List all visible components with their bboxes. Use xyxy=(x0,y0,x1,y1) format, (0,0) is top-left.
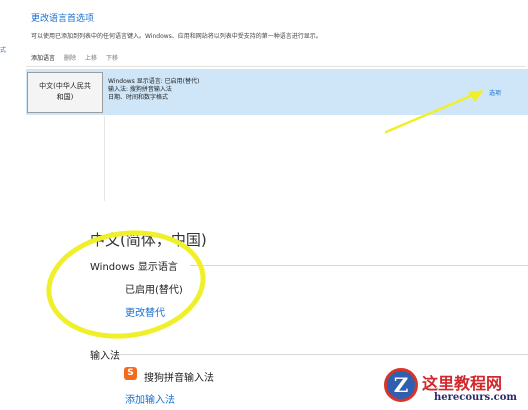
site-watermark: Z 这里教程网 herecours.com xyxy=(384,368,528,410)
watermark-url: herecours.com xyxy=(434,392,518,403)
annotation-arrow xyxy=(384,90,484,134)
sogou-ime-item[interactable]: 搜狗拼音输入法 xyxy=(144,369,214,384)
watermark-title: 这里教程网 xyxy=(422,374,503,393)
language-tile-line1: 中文(中华人民共 xyxy=(39,82,91,90)
language-toolbar: 添加语言 删除 上移 下移 xyxy=(31,53,118,62)
page-title: 更改语言首选项 xyxy=(31,14,95,24)
toolbar-divider xyxy=(26,66,526,67)
language-tile[interactable]: 中文(中华人民共 和国) xyxy=(27,72,103,113)
input-method-status: 输入法: 搜狗拼音输入法 xyxy=(108,86,172,93)
watermark-logo-icon: Z xyxy=(384,368,418,402)
format-status: 日期、时间和数字格式 xyxy=(108,94,169,101)
add-input-method-link[interactable]: 添加输入法 xyxy=(125,391,175,406)
language-tile-line2: 和国) xyxy=(56,93,74,101)
language-info: Windows 显示语言: 已启用(替代) 输入法: 搜狗拼音输入法 日期、时间… xyxy=(108,78,199,102)
left-edge-text: 式 xyxy=(0,47,7,54)
add-language-button[interactable]: 添加语言 xyxy=(31,53,55,62)
display-language-status: Windows 显示语言: 已启用(替代) xyxy=(108,78,200,85)
display-section-divider xyxy=(190,265,528,266)
remove-button[interactable]: 删除 xyxy=(64,53,76,62)
options-link[interactable]: 选项 xyxy=(489,88,501,97)
input-method-section-label: 输入法 xyxy=(90,351,120,362)
move-down-button[interactable]: 下移 xyxy=(106,53,118,62)
sogou-s-icon: S xyxy=(124,367,137,380)
list-column-divider xyxy=(104,116,105,201)
page-description: 可以使用已添加到列表中的任何语言键入。Windows、应用和网站将以列表中受支持… xyxy=(31,33,322,40)
move-up-button[interactable]: 上移 xyxy=(85,53,97,62)
input-section-divider xyxy=(120,354,528,355)
